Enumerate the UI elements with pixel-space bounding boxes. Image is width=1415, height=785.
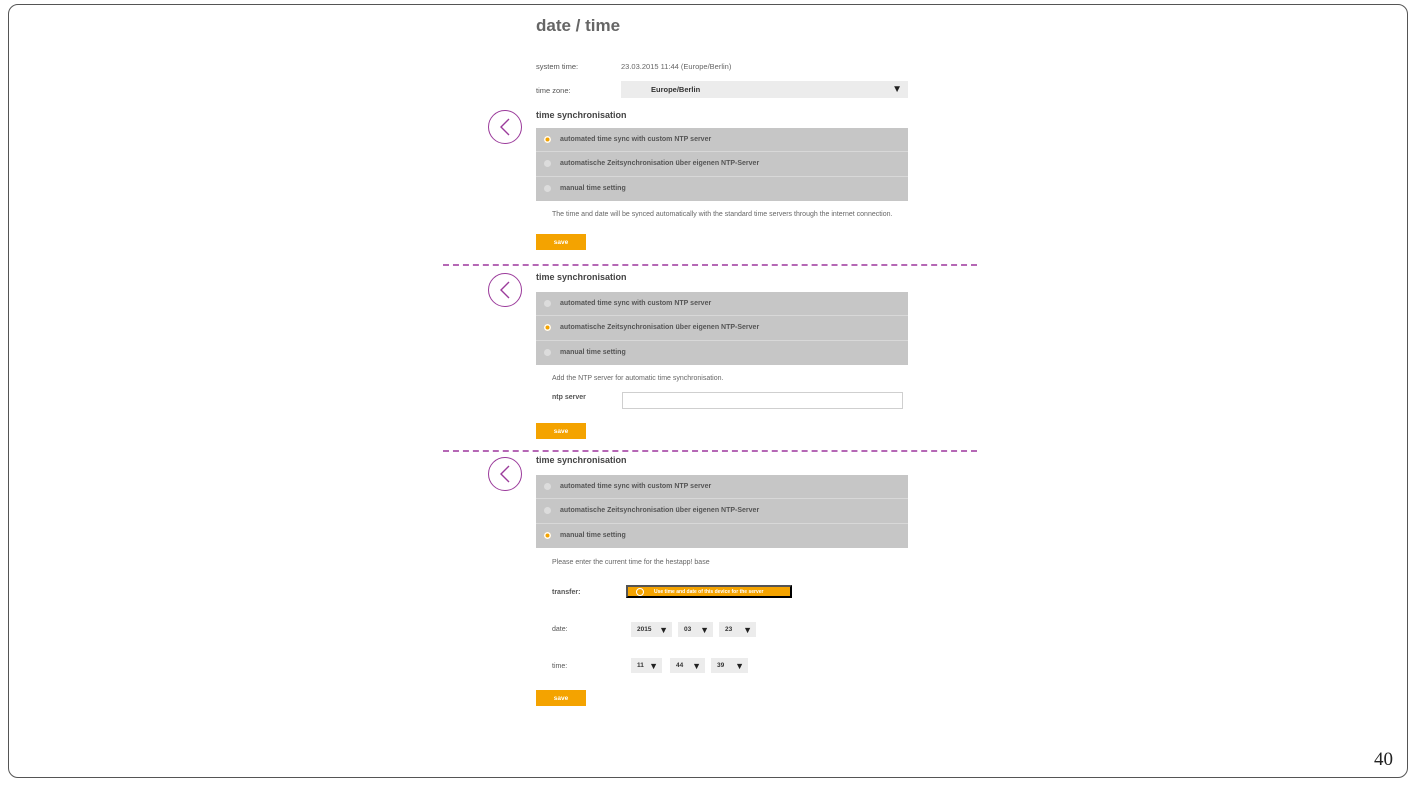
back-button[interactable] — [488, 273, 522, 307]
year-value: 2015 — [637, 626, 652, 633]
sync-options-3: automated time sync with custom NTP serv… — [536, 475, 908, 548]
year-select[interactable]: 2015 ▼ — [631, 622, 672, 637]
panel-1-note: The time and date will be synced automat… — [552, 211, 893, 218]
hour-value: 11 — [637, 662, 644, 669]
triangle-down-icon: ▼ — [700, 624, 709, 635]
radio-button[interactable] — [544, 136, 551, 144]
triangle-down-icon: ▼ — [743, 624, 752, 635]
radio-button[interactable] — [544, 185, 551, 193]
chevron-left-icon — [500, 118, 510, 136]
system-time-value: 23.03.2015 11:44 (Europe/Berlin) — [621, 62, 732, 71]
transfer-label: transfer: — [552, 589, 581, 596]
section-title-1: time synchronisation — [536, 110, 627, 120]
system-time-label: system time: — [536, 62, 579, 71]
option-label: automatische Zeitsynchronisation über ei… — [560, 507, 760, 515]
triangle-down-icon: ▼ — [735, 660, 744, 671]
option-label: manual time setting — [560, 349, 626, 357]
ntp-server-label: ntp server — [552, 394, 586, 401]
save-button[interactable]: save — [536, 423, 586, 439]
divider — [443, 450, 977, 452]
use-device-time-button[interactable]: Use time and date of this device for the… — [626, 585, 792, 598]
option-manual[interactable]: manual time setting — [536, 524, 908, 548]
option-label: manual time setting — [560, 532, 626, 540]
page-frame — [8, 4, 1408, 778]
ntp-server-input[interactable] — [622, 392, 903, 409]
time-label: time: — [552, 663, 568, 670]
save-button[interactable]: save — [536, 234, 586, 250]
sync-options-2: automated time sync with custom NTP serv… — [536, 292, 908, 365]
divider — [443, 264, 977, 266]
option-label: manual time setting — [560, 185, 626, 193]
radio-button[interactable] — [544, 300, 551, 308]
month-select[interactable]: 03 ▼ — [678, 622, 713, 637]
option-custom-ntp[interactable]: automated time sync with custom NTP serv… — [536, 475, 908, 500]
panel-3-note: Please enter the current time for the he… — [552, 559, 710, 566]
triangle-down-icon: ▼ — [892, 84, 902, 95]
panel-2-note: Add the NTP server for automatic time sy… — [552, 375, 724, 382]
option-manual[interactable]: manual time setting — [536, 341, 908, 365]
option-label: automatische Zeitsynchronisation über ei… — [560, 324, 760, 332]
month-value: 03 — [684, 626, 692, 633]
option-custom-ntp[interactable]: automated time sync with custom NTP serv… — [536, 128, 908, 153]
minute-value: 44 — [676, 662, 684, 669]
timezone-select[interactable]: Europe/Berlin ▼ — [621, 81, 908, 98]
option-label: automated time sync with custom NTP serv… — [560, 483, 712, 491]
hour-select[interactable]: 11 ▼ — [631, 658, 662, 673]
radio-button[interactable] — [544, 483, 551, 491]
page-number: 40 — [1374, 749, 1393, 770]
circle-icon — [636, 587, 644, 596]
back-button[interactable] — [488, 457, 522, 491]
triangle-down-icon: ▼ — [659, 624, 668, 635]
option-eigenen-ntp[interactable]: automatische Zeitsynchronisation über ei… — [536, 152, 908, 177]
page-title: date / time — [536, 16, 621, 35]
chevron-left-icon — [500, 465, 510, 483]
triangle-down-icon: ▼ — [692, 660, 701, 671]
minute-select[interactable]: 44 ▼ — [670, 658, 705, 673]
radio-button[interactable] — [544, 324, 551, 332]
option-eigenen-ntp[interactable]: automatische Zeitsynchronisation über ei… — [536, 499, 908, 524]
option-eigenen-ntp[interactable]: automatische Zeitsynchronisation über ei… — [536, 316, 908, 341]
use-device-time-label: Use time and date of this device for the… — [654, 588, 764, 595]
day-value: 23 — [725, 626, 733, 633]
save-button[interactable]: save — [536, 690, 586, 706]
date-label: date: — [552, 626, 568, 633]
triangle-down-icon: ▼ — [649, 660, 658, 671]
sync-options-1: automated time sync with custom NTP serv… — [536, 128, 908, 201]
timezone-select-value: Europe/Berlin — [651, 85, 701, 94]
section-title-2: time synchronisation — [536, 272, 627, 282]
radio-button[interactable] — [544, 507, 551, 515]
radio-button[interactable] — [544, 349, 551, 357]
second-select[interactable]: 39 ▼ — [711, 658, 748, 673]
back-button[interactable] — [488, 110, 522, 144]
second-value: 39 — [717, 662, 725, 669]
chevron-left-icon — [500, 281, 510, 299]
option-custom-ntp[interactable]: automated time sync with custom NTP serv… — [536, 292, 908, 317]
section-title-3: time synchronisation — [536, 455, 627, 465]
option-label: automated time sync with custom NTP serv… — [560, 300, 712, 308]
day-select[interactable]: 23 ▼ — [719, 622, 756, 637]
radio-button[interactable] — [544, 532, 551, 540]
option-manual[interactable]: manual time setting — [536, 177, 908, 201]
option-label: automated time sync with custom NTP serv… — [560, 136, 712, 144]
radio-button[interactable] — [544, 160, 551, 168]
timezone-label: time zone: — [536, 86, 571, 95]
option-label: automatische Zeitsynchronisation über ei… — [560, 160, 760, 168]
